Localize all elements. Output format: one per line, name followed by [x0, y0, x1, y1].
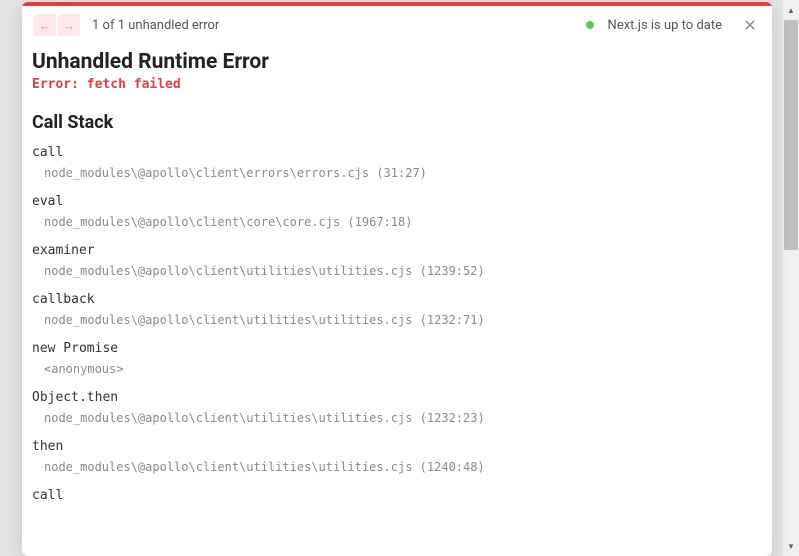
arrow-right-icon: →: [63, 18, 76, 33]
stack-frame-function: call: [32, 488, 758, 503]
status-dot-icon: [586, 21, 594, 29]
stack-frame: eval node_modules\@apollo\client\core\cor…: [32, 194, 758, 229]
prev-error-button[interactable]: ←: [34, 14, 56, 36]
arrow-left-icon: ←: [39, 18, 52, 33]
stack-frame-function: new Promise: [32, 341, 758, 356]
dialog-header: ← → 1 of 1 unhandled error Next.js is up…: [22, 6, 772, 44]
stack-frame: callback node_modules\@apollo\client\util…: [32, 292, 758, 327]
error-title: Unhandled Runtime Error: [32, 50, 758, 74]
error-message: Error: fetch failed: [32, 77, 758, 92]
dialog-content: Unhandled Runtime Error Error: fetch fai…: [22, 44, 772, 531]
stack-frame-function: callback: [32, 292, 758, 307]
stack-frame-location: node_modules\@apollo\client\errors\error…: [32, 166, 758, 180]
stack-frame-function: then: [32, 439, 758, 454]
page-scrollbar-track[interactable]: ▲ ▼: [783, 0, 799, 556]
scroll-up-arrow[interactable]: ▲: [783, 2, 799, 18]
callstack-frames: call node_modules\@apollo\client\errors\e…: [32, 145, 758, 503]
stack-frame-location: <anonymous>: [32, 362, 758, 376]
callstack-title: Call Stack: [32, 112, 758, 133]
stack-frame-function: Object.then: [32, 390, 758, 405]
stack-frame-function: call: [32, 145, 758, 160]
next-error-button[interactable]: →: [58, 14, 80, 36]
stack-frame-location: node_modules\@apollo\client\core\core.cj…: [32, 215, 758, 229]
stack-frame: call node_modules\@apollo\client\errors\e…: [32, 145, 758, 180]
stack-frame-location: node_modules\@apollo\client\utilities\ut…: [32, 411, 758, 425]
stack-frame-location: node_modules\@apollo\client\utilities\ut…: [32, 264, 758, 278]
status-text: Next.js is up to date: [608, 18, 722, 33]
stack-frame: Object.then node_modules\@apollo\client\u…: [32, 390, 758, 425]
stack-frame-location: node_modules\@apollo\client\utilities\ut…: [32, 313, 758, 327]
stack-frame-function: eval: [32, 194, 758, 209]
error-overlay-dialog: ← → 1 of 1 unhandled error Next.js is up…: [22, 2, 772, 556]
error-nav: ← →: [34, 14, 80, 36]
stack-frame-location: node_modules\@apollo\client\utilities\ut…: [32, 460, 758, 474]
scroll-down-arrow[interactable]: ▼: [783, 538, 799, 554]
stack-frame-function: examiner: [32, 243, 758, 258]
close-button[interactable]: [740, 15, 760, 35]
page-scrollbar-thumb[interactable]: [784, 20, 798, 250]
stack-frame: call: [32, 488, 758, 503]
stack-frame: then node_modules\@apollo\client\utilitie…: [32, 439, 758, 474]
close-icon: [743, 18, 757, 32]
error-count-text: 1 of 1 unhandled error: [92, 18, 219, 33]
stack-frame: examiner node_modules\@apollo\client\util…: [32, 243, 758, 278]
stack-frame: new Promise <anonymous>: [32, 341, 758, 376]
